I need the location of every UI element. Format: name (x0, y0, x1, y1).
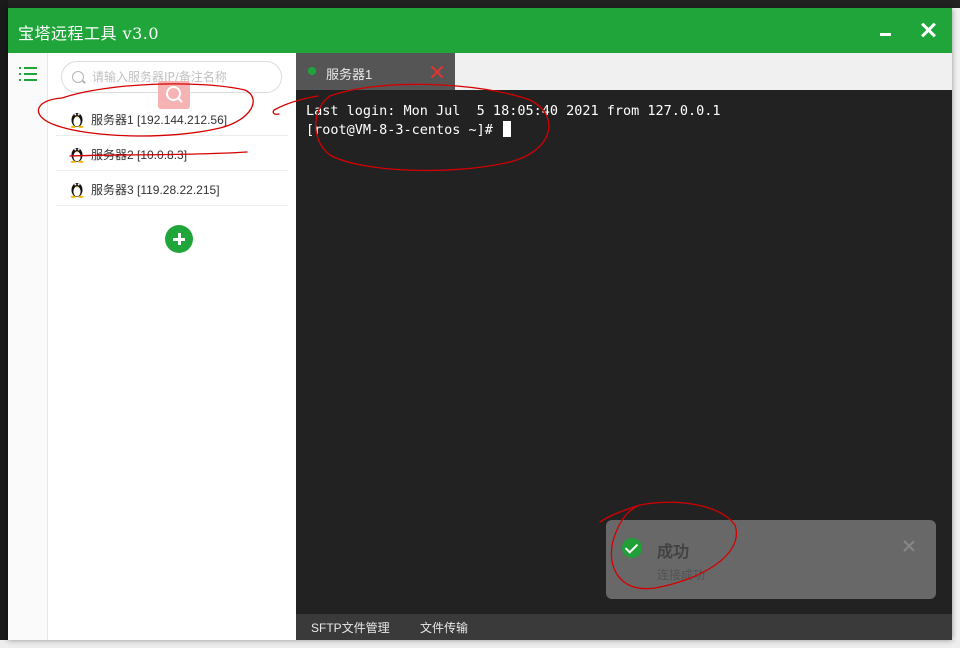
close-icon[interactable] (914, 16, 942, 44)
server-label: 服务器3 [119.28.22.215] (91, 183, 220, 197)
title-bar[interactable]: 宝塔远程工具 v3.0 (8, 8, 952, 53)
close-icon[interactable] (430, 65, 444, 79)
linux-penguin-icon (70, 183, 84, 198)
tab-file-transfer[interactable]: 文件传输 (420, 619, 468, 636)
server-list-item[interactable]: 服务器1 [192.144.212.56] (56, 101, 288, 136)
terminal-cursor (503, 121, 512, 137)
terminal-line: Last login: Mon Jul 5 18:05:40 2021 from… (306, 103, 721, 119)
app-title: 宝塔远程工具 v3.0 (18, 24, 160, 43)
check-circle-icon (622, 538, 642, 558)
close-icon[interactable] (903, 540, 915, 552)
tab-sftp-file-manager[interactable]: SFTP文件管理 (311, 619, 390, 636)
server-panel: 服务器1 [192.144.212.56] 服务器2 [10.0.8.3] (48, 53, 296, 640)
search-icon (72, 71, 84, 83)
tab-server1[interactable]: 服务器1 (296, 53, 455, 90)
linux-penguin-icon (70, 148, 84, 163)
add-server-button[interactable] (165, 225, 193, 253)
icon-sidebar (8, 53, 48, 640)
bottom-tab-bar: SFTP文件管理 文件传输 (296, 614, 952, 640)
toast-message: 连接成功 (657, 568, 706, 582)
minimize-icon[interactable] (872, 16, 900, 44)
terminal-prompt-line: [root@VM-8-3-centos ~]# (306, 121, 942, 140)
list-icon[interactable] (19, 67, 37, 81)
server-list-item[interactable]: 服务器3 [119.28.22.215] (56, 171, 288, 206)
terminal-prompt: [root@VM-8-3-centos ~]# (306, 122, 502, 138)
connection-status-dot (308, 67, 316, 75)
background-window-edge (952, 8, 960, 648)
background-desktop-top (0, 0, 960, 8)
tab-bar: 服务器1 (296, 53, 952, 90)
server-list-item[interactable]: 服务器2 [10.0.8.3] (56, 136, 288, 171)
toast-title: 成功 (657, 542, 690, 561)
background-status-edge (0, 640, 960, 648)
linux-penguin-icon (70, 113, 84, 128)
tab-label: 服务器1 (326, 67, 373, 82)
success-toast: 成功 连接成功 (606, 520, 936, 599)
server-list: 服务器1 [192.144.212.56] 服务器2 [10.0.8.3] 服务… (56, 101, 288, 206)
app-window: 宝塔远程工具 v3.0 请输入服务器IP/备注名称 服务器1 [192.144.… (8, 8, 952, 640)
server-label: 服务器2 [10.0.8.3] (91, 148, 188, 162)
server-label: 服务器1 [192.144.212.56] (91, 113, 228, 127)
background-terminal-strip (0, 0, 8, 648)
